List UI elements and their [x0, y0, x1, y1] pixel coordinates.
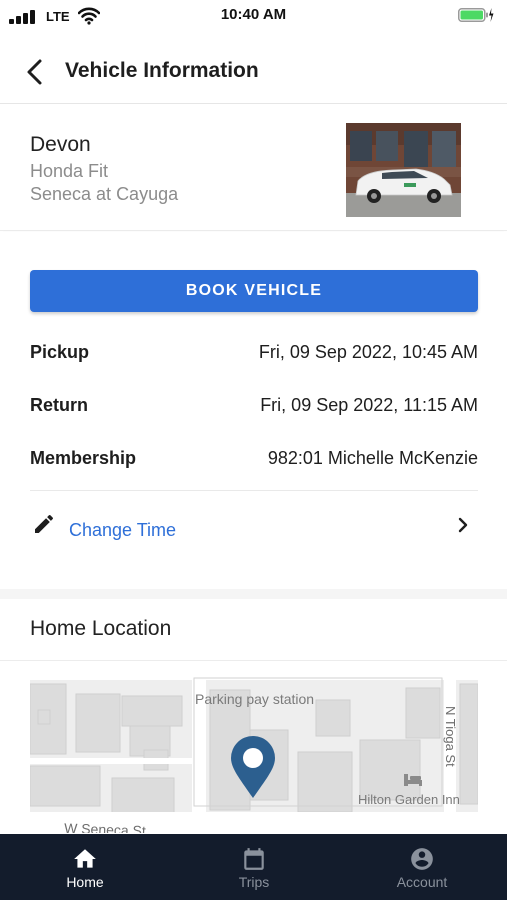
- vehicle-location: Seneca at Cayuga: [30, 184, 179, 204]
- change-time-button[interactable]: Change Time: [30, 504, 478, 552]
- navigation-header: Vehicle Information: [0, 40, 507, 104]
- chevron-right-icon: [458, 517, 468, 533]
- vehicle-photo: [346, 123, 461, 217]
- change-time-label: Change Time: [69, 520, 177, 540]
- battery-charging-icon: [458, 8, 494, 22]
- chevron-left-icon: [27, 59, 42, 85]
- pencil-icon: [35, 514, 54, 533]
- membership-row: Membership 982:01 Michelle McKenzie: [30, 448, 478, 474]
- home-location-title: Home Location: [30, 617, 172, 640]
- back-button[interactable]: [20, 54, 54, 90]
- page-title: Vehicle Information: [65, 59, 259, 82]
- status-time: 10:40 AM: [220, 6, 287, 23]
- map-label-parking: Parking pay station: [195, 691, 314, 707]
- card-divider: [30, 490, 478, 491]
- return-value: Fri, 09 Sep 2022, 11:15 AM: [260, 395, 478, 415]
- book-vehicle-button[interactable]: BOOK VEHICLE: [30, 270, 478, 312]
- pickup-label: Pickup: [30, 342, 90, 362]
- map-label-street-seneca: W Seneca St: [64, 820, 146, 833]
- map-canvas: Parking pay station Hilton Garden Inn W …: [30, 670, 478, 833]
- return-label: Return: [30, 395, 88, 415]
- section-separator: [0, 589, 507, 599]
- membership-label: Membership: [30, 448, 137, 468]
- account-icon: [411, 848, 433, 870]
- nav-home-label: Home: [66, 874, 104, 890]
- vehicle-name: Devon: [30, 133, 91, 156]
- map-label-hotel: Hilton Garden Inn: [358, 792, 460, 807]
- map-label-street-tioga: N Tioga St: [443, 706, 458, 767]
- pickup-value: Fri, 09 Sep 2022, 10:45 AM: [258, 342, 478, 362]
- status-bar: LTE 10:40 AM: [0, 0, 507, 32]
- bottom-navigation: Home Trips Account: [0, 834, 507, 900]
- vehicle-model: Honda Fit: [30, 161, 109, 181]
- nav-trips-label: Trips: [238, 874, 270, 890]
- nav-trips[interactable]: Trips: [194, 834, 314, 900]
- home-location-map[interactable]: Parking pay station Hilton Garden Inn W …: [30, 670, 478, 833]
- return-row: Return Fri, 09 Sep 2022, 11:15 AM: [30, 395, 478, 421]
- nav-account-label: Account: [396, 874, 448, 890]
- home-icon: [74, 849, 96, 868]
- pickup-row: Pickup Fri, 09 Sep 2022, 10:45 AM: [30, 342, 478, 368]
- nav-account[interactable]: Account: [362, 834, 482, 900]
- home-location-header: Home Location: [0, 599, 507, 661]
- membership-value: 982:01 Michelle McKenzie: [267, 448, 478, 468]
- nav-home[interactable]: Home: [25, 834, 145, 900]
- calendar-icon: [244, 848, 264, 870]
- vehicle-summary: Devon Honda Fit Seneca at Cayuga: [0, 105, 507, 231]
- booking-card: BOOK VEHICLE Pickup Fri, 09 Sep 2022, 10…: [0, 232, 507, 589]
